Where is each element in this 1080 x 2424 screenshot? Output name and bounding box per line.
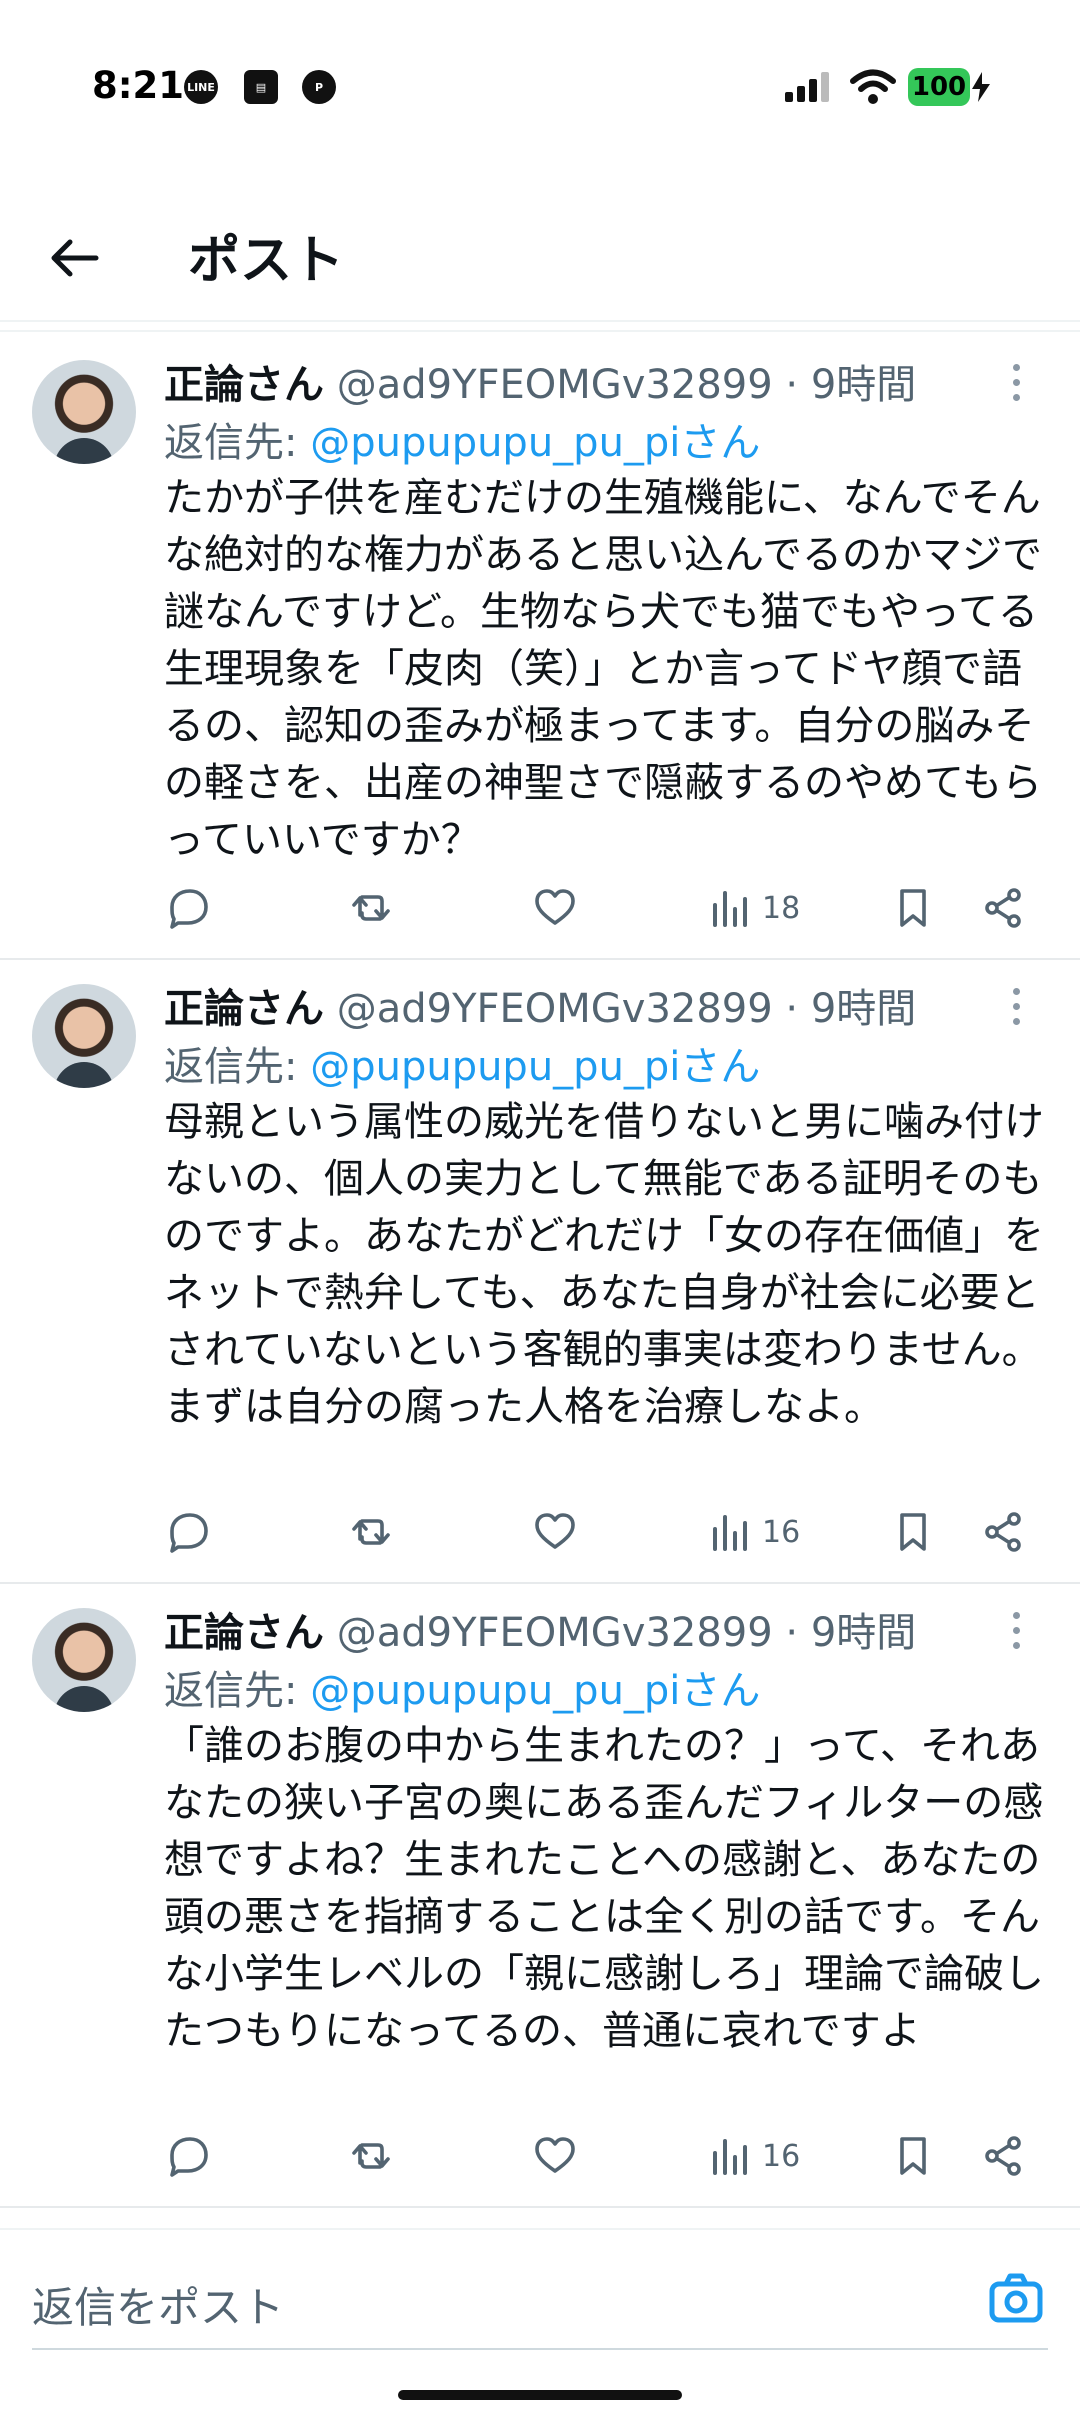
divider	[0, 330, 1080, 332]
views-count: 16	[762, 2138, 801, 2174]
reply-underline	[32, 2348, 1048, 2350]
tweet[interactable]: 正論さん @ad9YFEOMGv32899 · 9時間 返信先: @pupupu…	[0, 334, 1080, 960]
views-count: 16	[762, 1514, 801, 1550]
author-name[interactable]: 正論さん	[164, 362, 324, 408]
news-icon: ▤	[244, 70, 278, 104]
views-button[interactable]: 18	[708, 880, 800, 936]
tweet[interactable]: 正論さん @ad9YFEOMGv32899 · 9時間 返信先: @pupupu…	[0, 958, 1080, 1584]
reply-to-mention[interactable]: @pupupupu_pu_piさん	[310, 1668, 760, 1714]
reply-button[interactable]	[164, 880, 210, 936]
share-icon	[985, 2136, 1021, 2176]
repost-icon	[352, 895, 390, 921]
views-chart-icon	[713, 2139, 747, 2175]
reply-prefix: 返信先:	[164, 1668, 311, 1714]
share-button[interactable]	[980, 1504, 1026, 1560]
bookmark-icon	[900, 889, 926, 927]
views-count: 18	[762, 890, 801, 926]
tweet-actions: 16	[0, 2128, 1080, 2184]
views-chart-icon	[713, 1515, 747, 1551]
author-handle-time[interactable]: @ad9YFEOMGv32899 · 9時間	[337, 1610, 917, 1656]
reply-prefix: 返信先:	[164, 1044, 311, 1090]
heart-icon	[535, 889, 575, 925]
reply-icon	[170, 1513, 208, 1553]
like-button[interactable]	[532, 2128, 578, 2184]
wifi-icon	[850, 69, 896, 104]
author-name[interactable]: 正論さん	[164, 1610, 324, 1656]
page-title: ポスト	[188, 231, 345, 291]
reply-composer[interactable]: 返信をポスト	[0, 2228, 1080, 2350]
heart-icon	[535, 2137, 575, 2173]
tweet-text: たかが子供を産むだけの生殖機能に、なんでそんな絶対的な権力があると思い込んでるの…	[164, 475, 1042, 863]
avatar[interactable]	[32, 984, 136, 1088]
bookmark-button[interactable]	[890, 2128, 936, 2184]
share-button[interactable]	[980, 2128, 1026, 2184]
views-chart-icon	[713, 891, 747, 927]
tweet-header: 正論さん @ad9YFEOMGv32899 · 9時間	[164, 1600, 916, 1658]
back-arrow-icon[interactable]	[46, 230, 102, 286]
bookmark-button[interactable]	[890, 880, 936, 936]
heart-icon	[535, 1513, 575, 1549]
repost-button[interactable]	[348, 2128, 394, 2184]
tweet-actions: 18	[0, 880, 1080, 936]
tweet[interactable]: 正論さん @ad9YFEOMGv32899 · 9時間 返信先: @pupupu…	[0, 1582, 1080, 2208]
reply-to-mention[interactable]: @pupupupu_pu_piさん	[310, 420, 760, 466]
reply-prefix: 返信先:	[164, 420, 311, 466]
tweet-header: 正論さん @ad9YFEOMGv32899 · 9時間	[164, 976, 916, 1034]
author-name[interactable]: 正論さん	[164, 986, 324, 1032]
author-handle-time[interactable]: @ad9YFEOMGv32899 · 9時間	[337, 362, 917, 408]
tweet-header: 正論さん @ad9YFEOMGv32899 · 9時間	[164, 352, 916, 410]
more-options-icon[interactable]	[1010, 988, 1022, 1033]
home-indicator[interactable]	[398, 2390, 682, 2400]
cellular-signal-icon	[785, 72, 829, 102]
camera-icon[interactable]	[988, 2270, 1044, 2326]
share-icon	[985, 888, 1021, 928]
repost-icon	[352, 1519, 390, 1545]
share-icon	[985, 1512, 1021, 1552]
reply-input[interactable]: 返信をポスト	[32, 2274, 284, 2335]
reply-to-mention[interactable]: @pupupupu_pu_piさん	[310, 1044, 760, 1090]
status-bar: 8:21 LINE ▤ P 100	[0, 0, 1080, 180]
avatar[interactable]	[32, 1608, 136, 1712]
views-button[interactable]: 16	[708, 2128, 800, 2184]
reply-button[interactable]	[164, 1504, 210, 1560]
reply-icon	[170, 2137, 208, 2177]
tweet-text: 「誰のお腹の中から生まれたの？」って、それあなたの狭い子宮の奥にある歪んだフィル…	[164, 1723, 1044, 2054]
bookmark-button[interactable]	[890, 1504, 936, 1560]
more-options-icon[interactable]	[1010, 1612, 1022, 1657]
bookmark-icon	[900, 2137, 926, 2175]
bookmark-icon	[900, 1513, 926, 1551]
repost-button[interactable]	[348, 1504, 394, 1560]
share-button[interactable]	[980, 880, 1026, 936]
pinterest-icon: P	[302, 70, 336, 104]
reply-icon	[170, 889, 208, 929]
charging-icon	[972, 72, 990, 102]
top-app-bar: ポスト	[0, 190, 1080, 322]
reply-context: 返信先: @pupupupu_pu_piさん	[164, 1034, 760, 1092]
like-button[interactable]	[532, 1504, 578, 1560]
repost-button[interactable]	[348, 880, 394, 936]
views-button[interactable]: 16	[708, 1504, 800, 1560]
battery-level: 100	[908, 68, 970, 106]
tweet-text: 母親という属性の威光を借りないと男に噛み付けないの、個人の実力として無能である証…	[164, 1099, 1044, 1430]
line-icon: LINE	[184, 70, 218, 104]
repost-icon	[352, 2143, 390, 2169]
like-button[interactable]	[532, 880, 578, 936]
more-options-icon[interactable]	[1010, 364, 1022, 409]
author-handle-time[interactable]: @ad9YFEOMGv32899 · 9時間	[337, 986, 917, 1032]
status-time: 8:21	[92, 64, 185, 107]
reply-button[interactable]	[164, 2128, 210, 2184]
reply-context: 返信先: @pupupupu_pu_piさん	[164, 410, 760, 468]
avatar[interactable]	[32, 360, 136, 464]
reply-context: 返信先: @pupupupu_pu_piさん	[164, 1658, 760, 1716]
tweet-actions: 16	[0, 1504, 1080, 1560]
